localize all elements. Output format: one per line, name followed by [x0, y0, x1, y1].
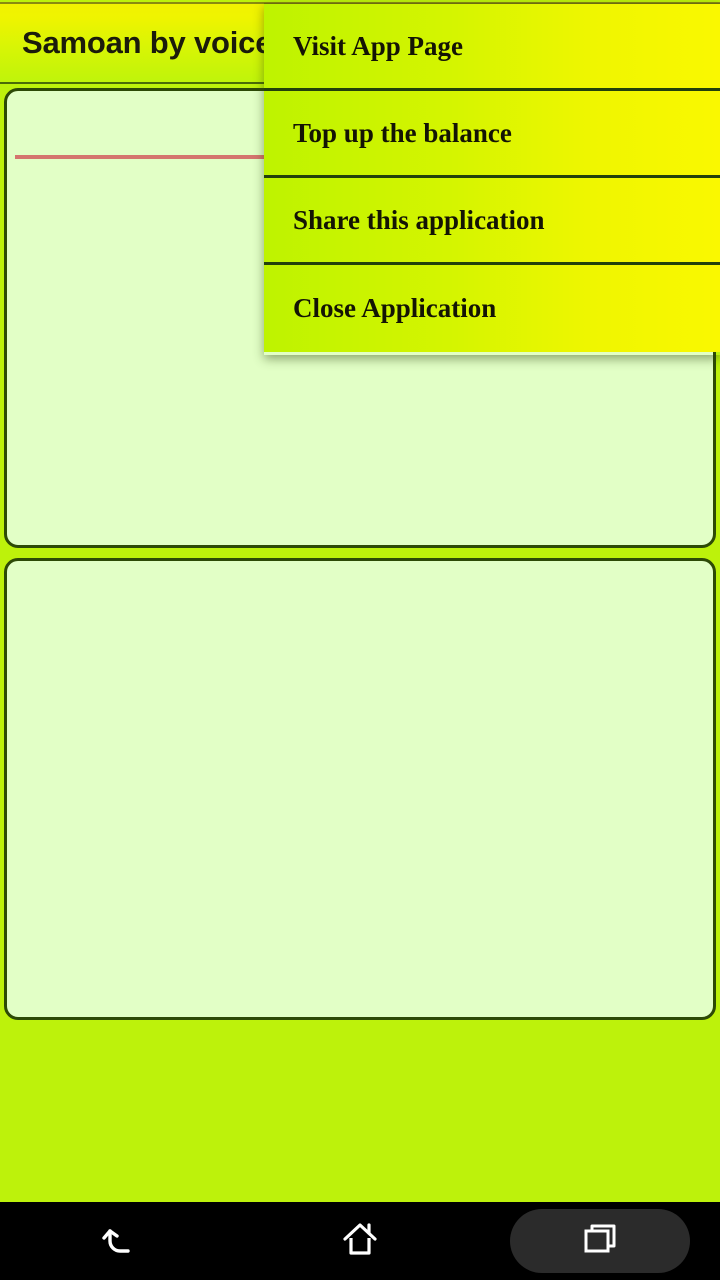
recents-squares-icon: [578, 1217, 622, 1266]
menu-item-close-application[interactable]: Close Application: [264, 265, 720, 352]
back-arrow-icon: [98, 1217, 142, 1266]
home-icon: [338, 1217, 382, 1266]
overflow-menu: Visit App Page Top up the balance Share …: [264, 3, 720, 355]
page-title: Samoan by voice: [22, 25, 273, 60]
result-panel: [4, 558, 716, 1020]
android-navigation-bar: [0, 1202, 720, 1280]
nav-back-button[interactable]: [30, 1209, 210, 1273]
nav-recents-button[interactable]: [510, 1209, 690, 1273]
menu-item-label: Share this application: [293, 204, 545, 235]
menu-item-label: Top up the balance: [293, 117, 512, 148]
menu-item-visit-app-page[interactable]: Visit App Page: [264, 4, 720, 91]
menu-item-top-up-balance[interactable]: Top up the balance: [264, 91, 720, 178]
menu-item-label: Visit App Page: [293, 30, 464, 61]
result-text: [21, 575, 691, 905]
menu-item-label: Close Application: [293, 293, 497, 323]
menu-item-share-application[interactable]: Share this application: [264, 178, 720, 265]
nav-home-button[interactable]: [270, 1209, 450, 1273]
